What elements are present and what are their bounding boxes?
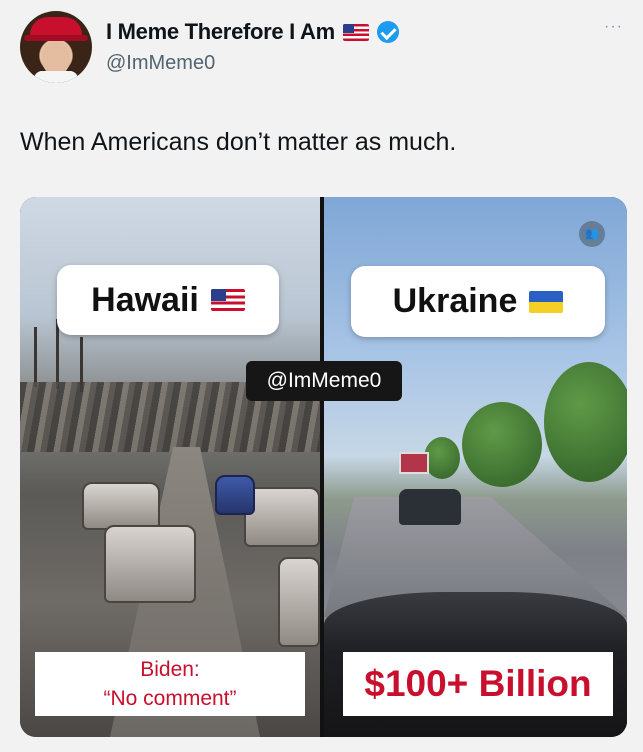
post-text: When Americans don’t matter as much. [20,128,457,156]
hawaii-label: Hawaii [57,265,279,335]
post-media-image[interactable]: 👥 Hawaii Ukraine @ImMeme0 Biden: “No com… [20,197,627,737]
more-options-icon[interactable]: ··· [604,18,623,36]
biden-caption-line2: “No comment” [103,687,237,710]
us-flag-icon [342,23,369,41]
avatar[interactable] [20,11,92,83]
watermark-icon: 👥 [579,221,605,247]
ukraine-flag-icon [529,290,564,313]
post-header: I Meme Therefore I Am @ImMeme0 ··· [0,0,643,110]
us-flag-icon [210,289,245,311]
watermark-handle: @ImMeme0 [246,361,402,401]
biden-caption: Biden: “No comment” [35,652,305,716]
display-name[interactable]: I Meme Therefore I Am [106,19,335,45]
hawaii-label-text: Hawaii [91,280,199,319]
author-handle[interactable]: @ImMeme0 [106,52,215,75]
ukraine-label-text: Ukraine [392,282,518,320]
ukraine-label: Ukraine [351,266,605,337]
biden-caption-line1: Biden: [140,658,200,681]
author-row: I Meme Therefore I Am [106,17,399,47]
money-caption: $100+ Billion [343,652,613,716]
verified-badge-icon[interactable] [376,21,399,43]
